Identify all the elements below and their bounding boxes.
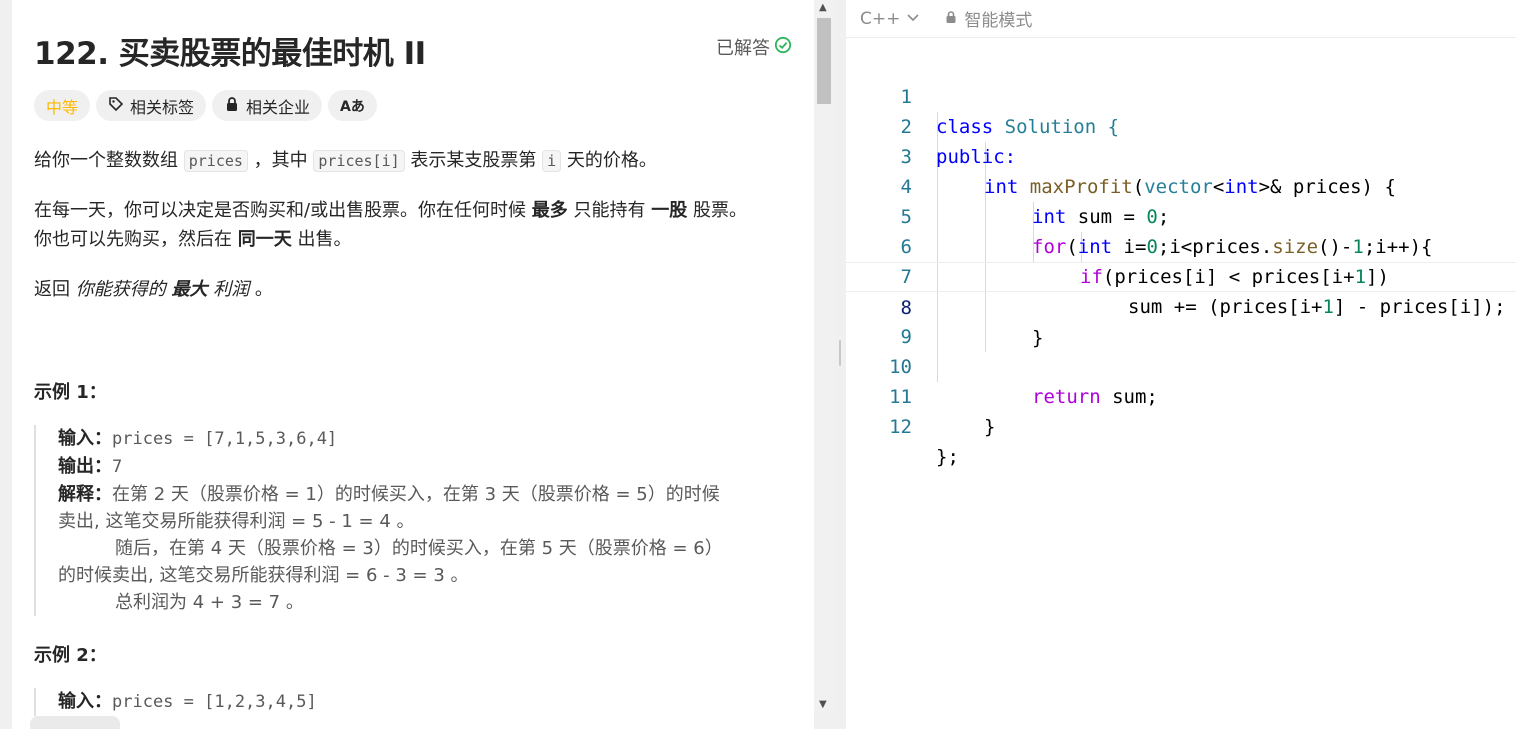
problem-panel: 122. 买卖股票的最佳时机 II 已解答 中等 相关标签 相关企业 Aあ 给你… (12, 0, 814, 729)
desc-italic: 利润 (207, 279, 250, 300)
translate-icon: Aあ (340, 98, 365, 115)
scrollbar-thumb[interactable] (817, 18, 831, 104)
problem-scrollbar[interactable]: ▲ ▼ (814, 0, 834, 712)
inline-code: i (542, 150, 562, 172)
code-area[interactable]: 1 class Solution { 2 public: 3 int maxPr… (846, 52, 1516, 468)
solved-status: 已解答 (716, 34, 792, 60)
related-tags-label: 相关标签 (130, 97, 195, 117)
example-2-block: 输入：prices = [1,2,3,4,5] (34, 688, 804, 716)
example-2-title: 示例 2： (34, 645, 107, 666)
desc-text: ，其中 (247, 150, 314, 171)
title-row: 122. 买卖股票的最佳时机 II 已解答 (34, 28, 794, 72)
code-line: 7 sum += (prices[i+1] - prices[i]); (846, 232, 1516, 318)
code-token: } (984, 416, 996, 438)
example-explain: 的时候卖出, 这笔交易所能获得利润 = 6 - 3 = 3 。 (58, 565, 469, 586)
code-line: 5 for(int i=0;i<prices.size()-1;i++){ (846, 172, 1516, 258)
code-line: 11 } (846, 352, 1516, 438)
example-explain: 总利润为 4 + 3 = 7 。 (115, 592, 304, 613)
translate-button[interactable]: Aあ (328, 90, 377, 121)
panel-resize-handle[interactable] (834, 0, 846, 729)
desc-text: 出售。 (291, 229, 352, 250)
code-token: }; (936, 446, 959, 468)
language-selector[interactable]: C++ (860, 9, 920, 29)
check-circle-icon (774, 36, 792, 59)
scroll-up-arrow-icon[interactable]: ▲ (819, 2, 827, 13)
example-output: 7 (112, 457, 123, 477)
example-1-block: 输入：prices = [7,1,5,3,6,4] 输出：7 解释：在第 2 天… (34, 425, 804, 616)
lock-icon (224, 96, 240, 116)
solved-label: 已解答 (716, 38, 770, 59)
scroll-down-arrow-icon[interactable]: ▼ (819, 699, 827, 710)
desc-text: 给你一个整数数组 (34, 150, 184, 171)
desc-text: 。 (249, 279, 273, 300)
editor-header: C++ 智能模式 (846, 0, 1516, 38)
example-input: prices = [7,1,5,3,6,4] (112, 429, 338, 449)
desc-text: 表示某支股票第 (404, 150, 543, 171)
desc-text: 在每一天，你可以决定是否购买和/或出售股票。你在任何时候 (34, 200, 532, 221)
code-line: 10 return sum; (846, 322, 1516, 408)
resize-grip-icon (839, 340, 841, 366)
desc-text: 你也可以先购买，然后在 (34, 229, 238, 250)
tag-icon (108, 96, 124, 116)
problem-title: 122. 买卖股票的最佳时机 II (34, 36, 426, 72)
code-line-current: 8 } (846, 262, 1516, 349)
description-para-3: 返回 你能获得的 最大 利润 。 (34, 275, 804, 304)
desc-text: 股票。 (687, 200, 747, 221)
desc-bold: 最多 (531, 200, 568, 221)
related-companies-label: 相关企业 (246, 97, 311, 117)
desc-text: 只能持有 (567, 200, 652, 221)
input-label: 输入： (58, 691, 112, 712)
description-para-2: 在每一天，你可以决定是否购买和/或出售股票。你在任何时候 最多 只能持有 一股 … (34, 196, 804, 254)
code-line: 6 if(prices[i] < prices[i+1]) (846, 202, 1516, 288)
mode-label: 智能模式 (964, 11, 1033, 31)
desc-italic: 你能获得的 (75, 279, 172, 300)
related-tags-button[interactable]: 相关标签 (96, 90, 207, 121)
code-line: 12 }; (846, 382, 1516, 468)
code-line: 4 int sum = 0; (846, 142, 1516, 228)
editor-mode[interactable]: 智能模式 (944, 6, 1032, 31)
example-explain: 卖出, 这笔交易所能获得利润 = 5 - 1 = 4 。 (58, 511, 415, 532)
chevron-down-icon (906, 9, 920, 29)
desc-bold: 同一天 (237, 229, 292, 250)
description-para-1: 给你一个整数数组 prices ，其中 prices[i] 表示某支股票第 i … (34, 146, 804, 176)
line-number: 12 (889, 416, 912, 438)
difficulty-badge[interactable]: 中等 (34, 90, 91, 121)
inline-code: prices[i] (313, 150, 405, 172)
desc-bold: 一股 (651, 200, 688, 221)
inline-code: prices (183, 150, 248, 172)
explain-label: 解释： (58, 484, 112, 505)
desc-bold-italic: 最大 (171, 279, 208, 300)
desc-text: 返回 (34, 279, 76, 300)
desc-text: 天的价格。 (561, 150, 657, 171)
tag-row: 中等 相关标签 相关企业 Aあ (34, 90, 377, 121)
bottom-tab[interactable] (30, 716, 120, 729)
related-companies-button[interactable]: 相关企业 (212, 90, 323, 121)
example-explain: 随后，在第 4 天（股票价格 = 3）的时候买入，在第 5 天（股票价格 = 6… (115, 538, 723, 559)
example-1-title: 示例 1： (34, 382, 107, 403)
code-editor-panel: C++ 智能模式 1 class Solution { 2 public: 3 (846, 0, 1516, 729)
code-line: 9 (846, 292, 1516, 348)
code-line: 3 int maxProfit(vector<int>& prices) { (846, 112, 1516, 198)
example-input: prices = [1,2,3,4,5] (112, 692, 317, 712)
code-line: 1 class Solution { (846, 52, 1516, 138)
input-label: 输入： (58, 428, 112, 449)
example-explain: 在第 2 天（股票价格 = 1）的时候买入，在第 3 天（股票价格 = 5）的时… (112, 484, 720, 505)
lock-icon (944, 9, 958, 29)
output-label: 输出： (58, 456, 112, 477)
code-line: 2 public: (846, 82, 1516, 168)
language-label: C++ (860, 8, 901, 29)
